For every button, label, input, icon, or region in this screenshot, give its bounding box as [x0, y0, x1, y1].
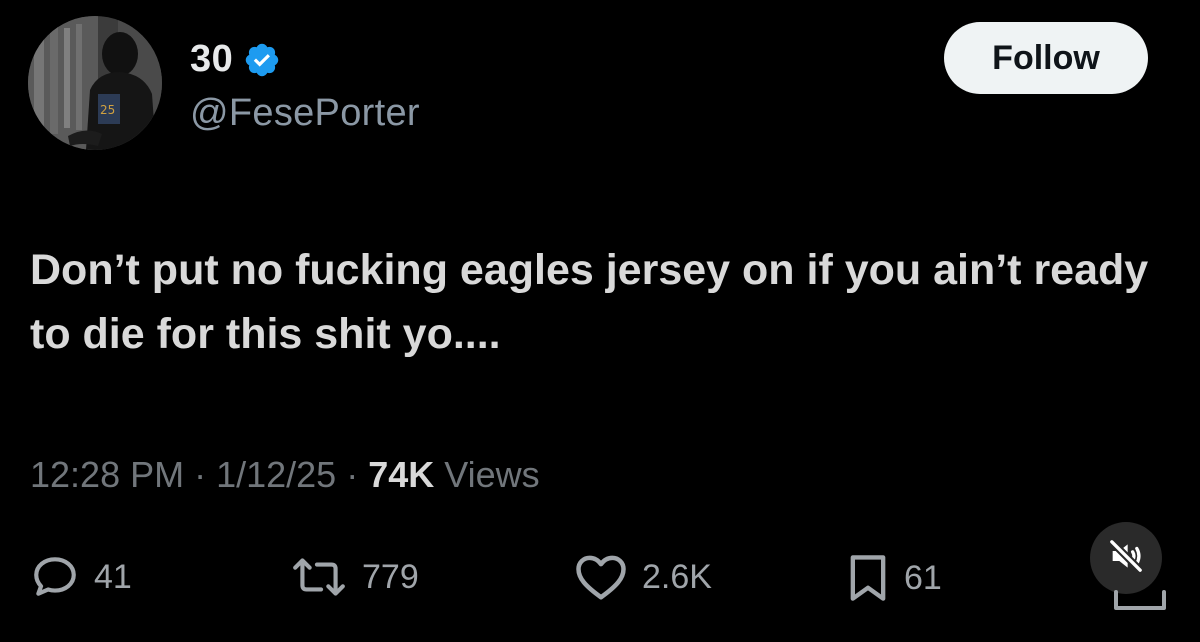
follow-button[interactable]: Follow — [944, 22, 1148, 94]
bookmark-icon — [846, 552, 890, 604]
retweet-button[interactable]: 779 — [290, 552, 419, 602]
svg-text:25: 25 — [100, 103, 115, 117]
retweet-arrows-icon — [290, 552, 348, 602]
user-handle[interactable]: @FesePorter — [190, 92, 420, 135]
share-tray-icon[interactable] — [1112, 584, 1168, 614]
views-count: 74K — [368, 454, 435, 495]
avatar[interactable]: 25 — [28, 16, 162, 150]
verified-badge-icon[interactable] — [243, 41, 281, 79]
separator-dot: · — [194, 454, 207, 495]
like-count: 2.6K — [642, 557, 712, 596]
action-bar: 41 779 2.6K 61 — [0, 552, 1200, 612]
retweet-count: 779 — [362, 557, 419, 596]
profile-photo: 25 — [28, 16, 162, 150]
bookmark-count: 61 — [904, 558, 942, 597]
heart-icon — [574, 552, 628, 602]
speech-bubble-icon — [30, 552, 80, 602]
views-label: Views — [444, 454, 540, 495]
like-button[interactable]: 2.6K — [574, 552, 712, 602]
reply-count: 41 — [94, 557, 132, 596]
separator-dot: · — [346, 454, 359, 495]
tweet-date[interactable]: 1/12/25 — [216, 454, 336, 496]
tweet-text: Don’t put no fucking eagles jersey on if… — [30, 246, 1149, 358]
display-name[interactable]: 30 — [190, 38, 233, 81]
author-name-row: 30 — [190, 38, 281, 81]
bookmark-button[interactable]: 61 — [846, 552, 942, 604]
tweet-time[interactable]: 12:28 PM — [30, 454, 184, 496]
tweet-meta: 12:28 PM · 1/12/25 · 74K Views — [30, 454, 540, 496]
reply-button[interactable]: 41 — [30, 552, 132, 602]
speaker-muted-icon — [1106, 536, 1146, 581]
